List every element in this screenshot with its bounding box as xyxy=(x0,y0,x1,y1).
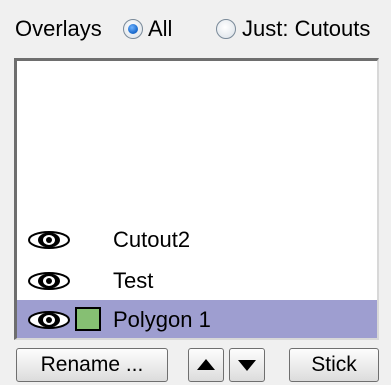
move-up-button[interactable] xyxy=(188,348,224,382)
move-down-button[interactable] xyxy=(229,348,265,382)
list-item[interactable]: Cutout2 xyxy=(17,220,377,260)
eye-icon[interactable] xyxy=(27,271,71,291)
list-item-selected[interactable]: Polygon 1 xyxy=(17,300,377,338)
overlays-label: Overlays xyxy=(15,16,102,41)
list-item[interactable]: Test xyxy=(17,261,377,301)
radio-all-label[interactable]: All xyxy=(148,16,172,42)
list-item-label: Cutout2 xyxy=(113,227,191,252)
triangle-up-icon xyxy=(197,359,215,370)
eye-icon[interactable] xyxy=(27,310,71,330)
overlays-list[interactable]: Cutout2 Test Polygon 1 xyxy=(14,58,379,340)
color-swatch[interactable] xyxy=(75,307,101,331)
overlays-header: Overlays All Just: Cutouts xyxy=(0,0,391,58)
list-item-label: Polygon 1 xyxy=(113,307,211,332)
radio-just-cutouts[interactable] xyxy=(216,19,236,39)
radio-all[interactable] xyxy=(123,19,143,39)
stick-button[interactable]: Stick xyxy=(289,348,379,382)
radio-just-cutouts-label[interactable]: Just: Cutouts xyxy=(242,16,370,42)
list-item-label: Test xyxy=(113,268,154,293)
triangle-down-icon xyxy=(238,360,256,371)
eye-icon[interactable] xyxy=(27,230,71,250)
rename-button[interactable]: Rename ... xyxy=(16,348,168,382)
